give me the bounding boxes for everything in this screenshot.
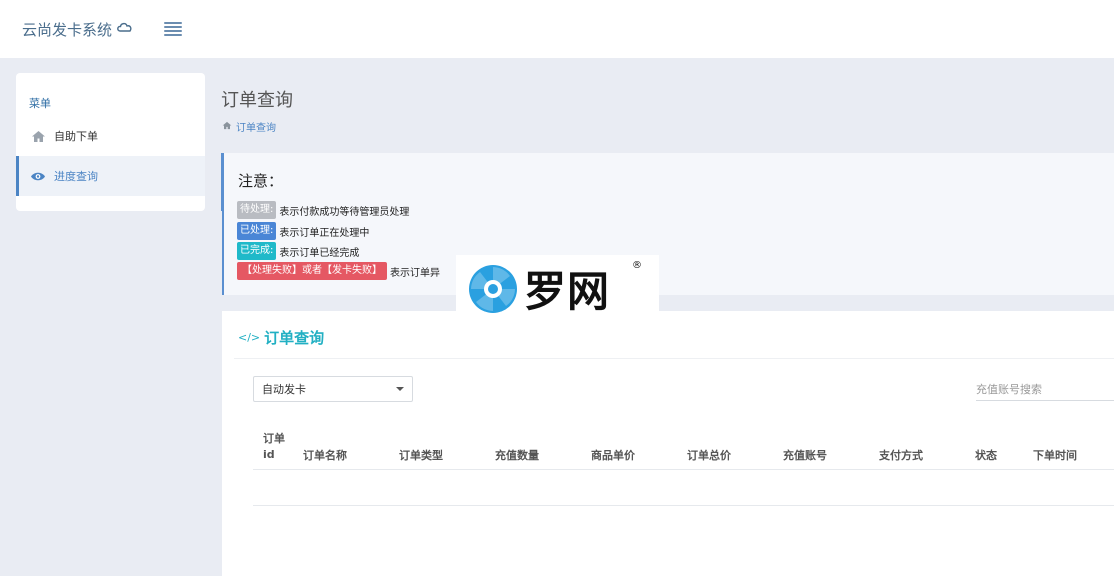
column-header-order-name: 订单名称 [303, 449, 347, 462]
status-badge-processed: 已处理: [237, 222, 277, 240]
registered-mark: ® [632, 260, 642, 271]
divider [234, 358, 1114, 359]
home-icon [30, 130, 46, 143]
watermark-logo: 罗网 ® [456, 255, 659, 322]
notice-title: 注意： [238, 172, 284, 190]
caret-down-icon [396, 387, 404, 391]
cloud-icon [116, 21, 134, 37]
column-header-payment: 支付方式 [879, 449, 923, 462]
notice-text: 表示付款成功等待管理员处理 [279, 206, 410, 218]
status-badge-completed: 已完成: [237, 242, 277, 260]
recharge-account-search-input[interactable] [976, 379, 1114, 401]
watermark-text: 罗网 [524, 267, 611, 316]
breadcrumb-link[interactable]: 订单查询 [236, 119, 276, 134]
notice-line: 已处理: 表示订单正在处理中 [237, 222, 369, 240]
sidebar-item-label: 自助下单 [54, 130, 98, 143]
sidebar: 菜单 自助下单 进度查询 [16, 73, 205, 211]
breadcrumb: 订单查询 [222, 119, 276, 134]
table-empty-row [253, 470, 1114, 506]
column-header-order-type: 订单类型 [399, 449, 443, 462]
notice-text: 表示订单异 [390, 267, 440, 279]
card-title: </> 订单查询 [238, 327, 324, 348]
sidebar-background [0, 211, 222, 576]
order-query-card: </> 订单查询 自动发卡 订单id 订单名称 订单类型 充值数量 商品单价 订… [222, 311, 1114, 576]
status-badge-failed: 【处理失败】或者【发卡失败】 [237, 262, 387, 280]
column-header-total-price: 订单总价 [687, 449, 731, 462]
aperture-logo-icon [469, 264, 517, 313]
column-header-unit-price: 商品单价 [591, 449, 635, 462]
page-title: 订单查询 [221, 90, 293, 111]
column-header-account: 充值账号 [783, 449, 827, 462]
eye-icon [30, 171, 46, 182]
list-icon[interactable] [164, 22, 183, 36]
order-type-select[interactable]: 自动发卡 [253, 376, 413, 402]
sidebar-title: 菜单 [29, 97, 51, 110]
code-icon: </> [238, 331, 261, 344]
notice-text: 表示订单正在处理中 [279, 227, 370, 239]
sidebar-item-self-order[interactable]: 自助下单 [16, 116, 205, 156]
notice-panel: 注意： 待处理: 表示付款成功等待管理员处理 已处理: 表示订单正在处理中 已完… [221, 153, 1114, 295]
brand-title: 云尚发卡系统 [22, 20, 113, 39]
select-value: 自动发卡 [262, 383, 306, 396]
notice-line: 已完成: 表示订单已经完成 [237, 242, 359, 260]
notice-line: 待处理: 表示付款成功等待管理员处理 [237, 201, 409, 219]
column-header-status: 状态 [975, 449, 997, 462]
card-title-text: 订单查询 [264, 329, 325, 347]
column-header-order-id: 订单id [263, 432, 285, 461]
column-header-order-time: 下单时间 [1033, 449, 1077, 462]
brand[interactable]: 云尚发卡系统 [22, 19, 134, 40]
status-badge-pending: 待处理: [237, 201, 277, 219]
notice-text: 表示订单已经完成 [279, 247, 360, 259]
top-bar: 云尚发卡系统 [0, 0, 1114, 58]
sidebar-item-label: 进度查询 [54, 170, 98, 183]
sidebar-item-progress[interactable]: 进度查询 [16, 156, 205, 196]
notice-line: 【处理失败】或者【发卡失败】 表示订单异 [237, 262, 440, 280]
home-icon [222, 121, 232, 133]
table-header: 订单id 订单名称 订单类型 充值数量 商品单价 订单总价 充值账号 支付方式 … [253, 428, 1114, 470]
column-header-quantity: 充值数量 [495, 449, 539, 462]
